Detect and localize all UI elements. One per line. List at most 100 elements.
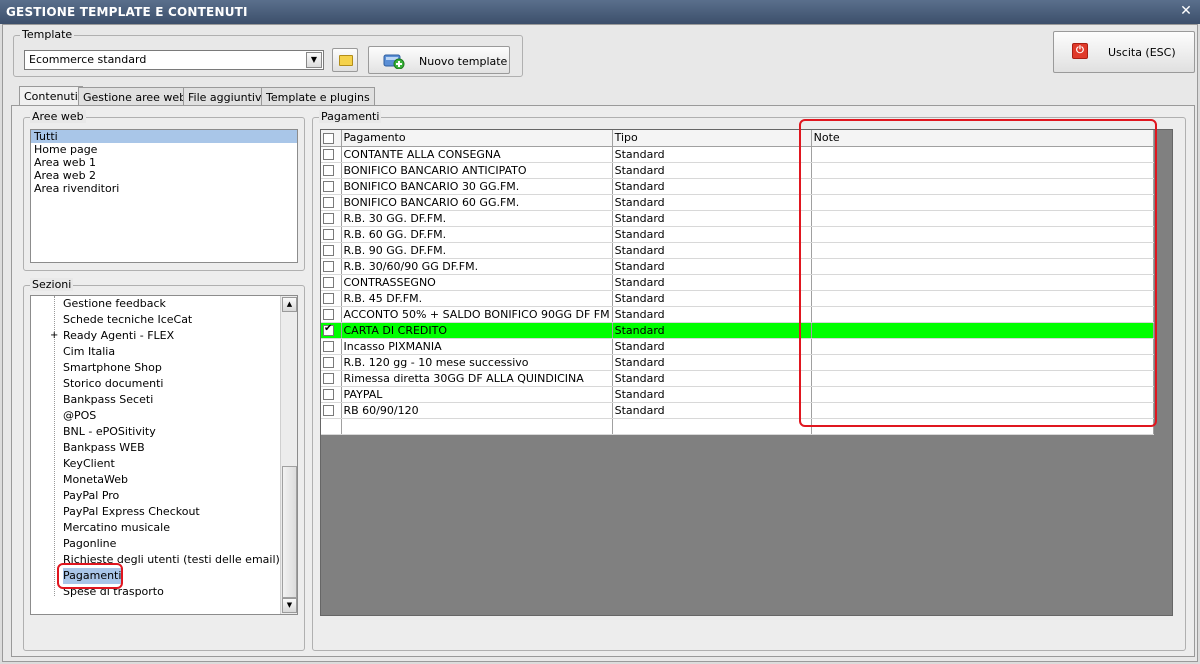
row-checkbox-cell[interactable] [321, 354, 342, 371]
cell-tipo[interactable]: Standard [612, 274, 812, 291]
checkbox-icon[interactable] [323, 357, 334, 368]
column-header-tipo[interactable]: Tipo [612, 130, 812, 147]
row-checkbox-cell[interactable] [321, 386, 342, 403]
row-checkbox-cell[interactable] [321, 402, 342, 419]
cell-pagamento[interactable]: BONIFICO BANCARIO ANTICIPATO [341, 162, 613, 179]
list-item[interactable]: Home page [31, 143, 297, 156]
cell-pagamento[interactable]: CARTA DI CREDITO [341, 322, 613, 339]
checkbox-icon[interactable] [323, 293, 334, 304]
cell-pagamento[interactable]: CONTRASSEGNO [341, 274, 613, 291]
row-checkbox-cell[interactable] [321, 274, 342, 291]
scroll-thumb[interactable] [282, 466, 297, 598]
cell-pagamento[interactable]: ACCONTO 50% + SALDO BONIFICO 90GG DF FM [341, 306, 613, 323]
cell-pagamento[interactable]: PAYPAL [341, 386, 613, 403]
expand-icon[interactable]: + [50, 328, 58, 344]
cell-tipo[interactable]: Standard [612, 178, 812, 195]
cell-pagamento[interactable]: CONTANTE ALLA CONSEGNA [341, 146, 613, 163]
checkbox-icon[interactable] [323, 245, 334, 256]
checkbox-icon[interactable] [323, 132, 334, 144]
tab-label: Contenuti [24, 90, 78, 103]
row-checkbox-cell[interactable] [321, 370, 342, 387]
row-checkbox-cell[interactable] [321, 194, 342, 211]
tab-template-e-plugins[interactable]: Template e plugins [261, 87, 375, 107]
checkbox-icon[interactable] [323, 341, 334, 352]
cell-tipo[interactable]: Standard [612, 194, 812, 211]
checkbox-icon[interactable] [323, 213, 334, 224]
checkbox-icon[interactable] [323, 261, 334, 272]
cell-tipo[interactable]: Standard [612, 338, 812, 355]
checkbox-icon[interactable] [323, 277, 334, 288]
row-checkbox-cell[interactable] [321, 418, 342, 435]
tab-label: Template e plugins [266, 91, 370, 104]
exit-button[interactable]: ⏻ Uscita (ESC) [1053, 31, 1195, 73]
checkbox-icon[interactable] [323, 229, 334, 240]
checkbox-icon[interactable] [323, 323, 334, 336]
row-checkbox-cell[interactable] [321, 242, 342, 259]
row-checkbox-cell[interactable] [321, 322, 342, 339]
row-checkbox-cell[interactable] [321, 258, 342, 275]
checkbox-icon[interactable] [323, 309, 334, 320]
scroll-down-icon[interactable]: ▼ [282, 598, 297, 613]
row-checkbox-cell[interactable] [321, 306, 342, 323]
sezioni-scrollbar[interactable]: ▲ ▼ [280, 296, 297, 614]
checkbox-icon[interactable] [323, 181, 334, 192]
cell-tipo[interactable]: Standard [612, 306, 812, 323]
list-item[interactable]: Area rivenditori [31, 182, 297, 195]
cell-pagamento[interactable]: R.B. 30 GG. DF.FM. [341, 210, 613, 227]
list-item[interactable]: Area web 1 [31, 156, 297, 169]
checkbox-icon[interactable] [323, 149, 334, 160]
cell-tipo[interactable]: Standard [612, 402, 812, 419]
row-checkbox-cell[interactable] [321, 226, 342, 243]
cell-tipo[interactable] [612, 418, 812, 435]
cell-tipo[interactable]: Standard [612, 370, 812, 387]
checkbox-icon[interactable] [323, 197, 334, 208]
cell-pagamento[interactable]: R.B. 90 GG. DF.FM. [341, 242, 613, 259]
cell-tipo[interactable]: Standard [612, 290, 812, 307]
row-checkbox-cell[interactable] [321, 338, 342, 355]
chevron-down-icon[interactable]: ▼ [306, 52, 322, 68]
checkbox-icon[interactable] [323, 373, 334, 384]
open-folder-button[interactable] [332, 48, 358, 72]
cell-tipo[interactable]: Standard [612, 322, 812, 339]
close-icon[interactable]: ✕ [1180, 3, 1192, 19]
checkbox-icon[interactable] [323, 405, 334, 416]
cell-pagamento[interactable]: R.B. 120 gg - 10 mese successivo [341, 354, 613, 371]
list-item[interactable]: Area web 2 [31, 169, 297, 182]
row-checkbox-cell[interactable] [321, 210, 342, 227]
cell-tipo[interactable]: Standard [612, 354, 812, 371]
checkbox-icon[interactable] [323, 389, 334, 400]
cell-pagamento[interactable]: Rimessa diretta 30GG DF ALLA QUINDICINA [341, 370, 613, 387]
exit-label: Uscita (ESC) [1108, 46, 1176, 59]
checkbox-icon[interactable] [323, 165, 334, 176]
tree-item-label: KeyClient [63, 457, 115, 470]
cell-pagamento[interactable]: BONIFICO BANCARIO 60 GG.FM. [341, 194, 613, 211]
cell-tipo[interactable]: Standard [612, 162, 812, 179]
cell-tipo[interactable]: Standard [612, 242, 812, 259]
cell-tipo[interactable]: Standard [612, 386, 812, 403]
row-checkbox-cell[interactable] [321, 162, 342, 179]
scroll-up-icon[interactable]: ▲ [282, 297, 297, 312]
cell-pagamento[interactable]: R.B. 45 DF.FM. [341, 290, 613, 307]
column-header-pagamento[interactable]: Pagamento [341, 130, 613, 147]
aree-web-list[interactable]: Tutti Home page Area web 1 Area web 2 Ar… [30, 129, 298, 263]
cell-pagamento[interactable] [341, 418, 613, 435]
cell-tipo[interactable]: Standard [612, 210, 812, 227]
new-template-button[interactable]: Nuovo template [368, 46, 510, 74]
cell-pagamento[interactable]: Incasso PIXMANIA [341, 338, 613, 355]
cell-pagamento[interactable]: RB 60/90/120 [341, 402, 613, 419]
row-checkbox-cell[interactable] [321, 146, 342, 163]
cell-pagamento[interactable]: R.B. 30/60/90 GG DF.FM. [341, 258, 613, 275]
row-checkbox-cell[interactable] [321, 178, 342, 195]
tab-file-aggiuntivi[interactable]: File aggiuntivi [183, 87, 270, 107]
cell-tipo[interactable]: Standard [612, 258, 812, 275]
select-all-cell[interactable] [321, 130, 342, 147]
cell-tipo[interactable]: Standard [612, 146, 812, 163]
row-checkbox-cell[interactable] [321, 290, 342, 307]
cell-tipo[interactable]: Standard [612, 226, 812, 243]
list-item[interactable]: Tutti [31, 130, 297, 143]
cell-pagamento[interactable]: R.B. 60 GG. DF.FM. [341, 226, 613, 243]
cell-pagamento[interactable]: BONIFICO BANCARIO 30 GG.FM. [341, 178, 613, 195]
template-combo[interactable]: Ecommerce standard ▼ [24, 50, 324, 70]
new-template-icon [383, 54, 405, 69]
tab-gestione-aree-web[interactable]: Gestione aree web [78, 87, 192, 107]
